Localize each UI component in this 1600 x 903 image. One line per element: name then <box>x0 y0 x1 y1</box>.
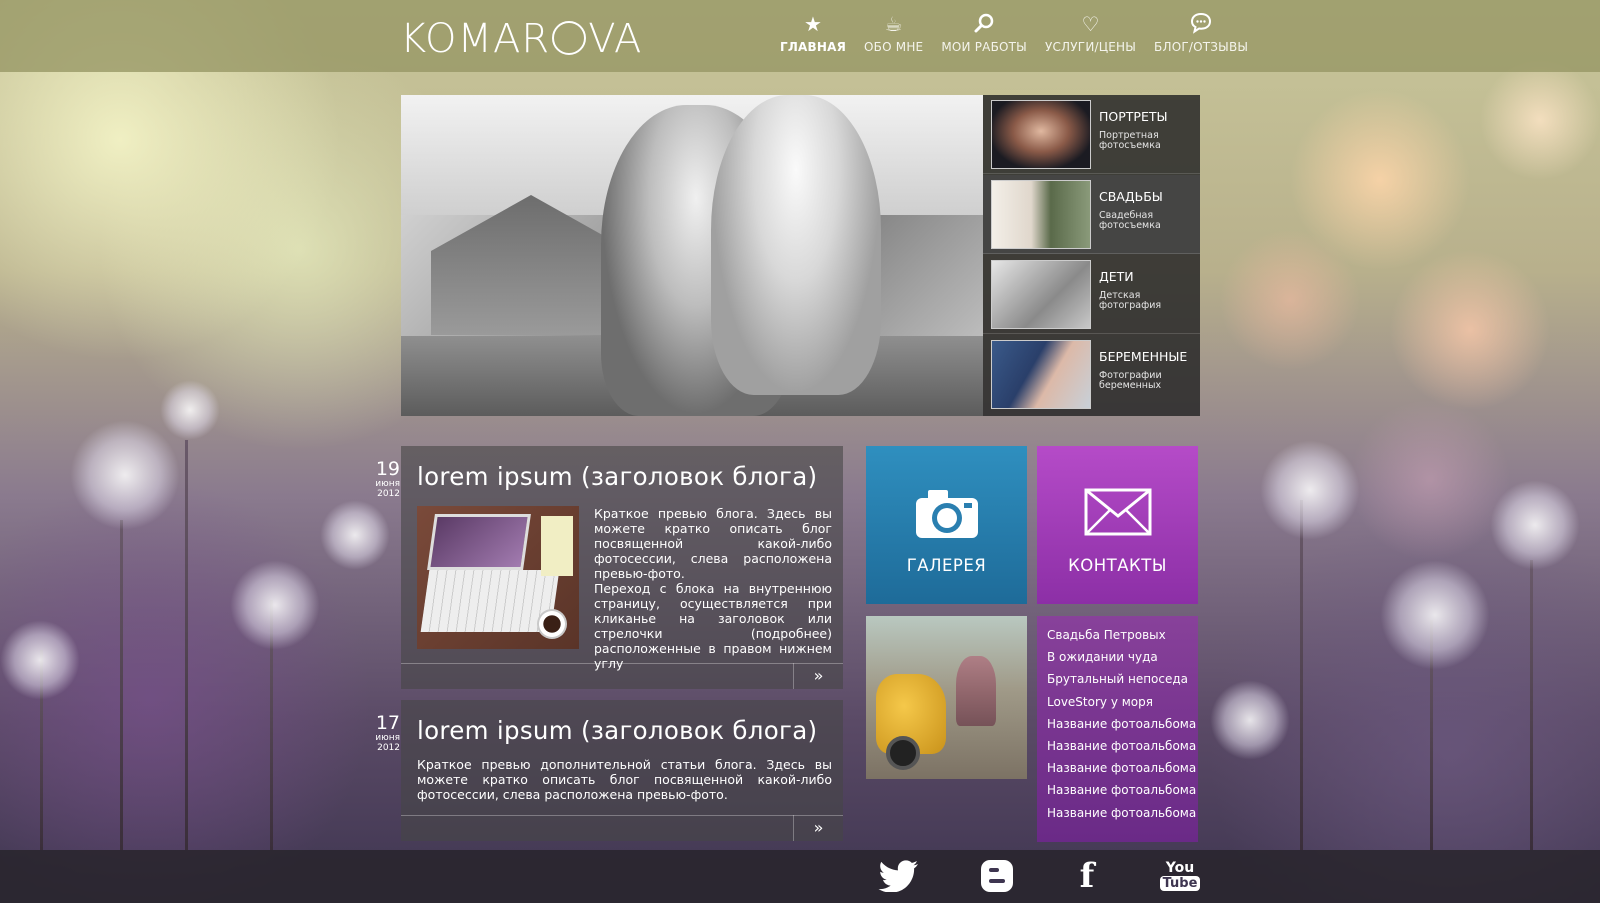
hero-slider-photo[interactable] <box>401 95 983 416</box>
post-date: 17 июня 2012 <box>368 713 400 753</box>
blog-post: lorem ipsum (заголовок блога) Краткое пр… <box>401 446 843 689</box>
album-link[interactable]: Название фотоальбома <box>1037 757 1198 779</box>
category-subtitle: Детская фотография <box>1099 290 1162 311</box>
envelope-icon <box>1037 488 1198 548</box>
post-thumbnail[interactable] <box>417 506 579 649</box>
category-subtitle: Фотографии беременных <box>1099 370 1162 391</box>
album-link[interactable]: Название фотоальбома <box>1037 779 1198 801</box>
heart-icon: ♡ <box>1081 12 1100 36</box>
nav-item-services[interactable]: ♡ УСЛУГИ/ЦЕНЫ <box>1045 12 1136 62</box>
post-footer-bar: » <box>401 663 843 689</box>
category-title: ДЕТИ <box>1099 269 1134 284</box>
twitter-icon[interactable] <box>876 858 920 894</box>
nav-label: ОБО МНЕ <box>864 40 924 54</box>
site-header: KOMAR VA ★ ГЛАВНАЯ ☕ ОБО МНЕ МОИ РАБОТЫ ♡… <box>0 0 1600 72</box>
scooter-photo[interactable] <box>866 616 1027 779</box>
star-icon: ★ <box>803 12 823 36</box>
laptop-screen <box>427 514 531 570</box>
category-item-weddings[interactable]: СВАДЬБЫ Свадебная фотосъемка <box>983 175 1200 254</box>
nav-item-about[interactable]: ☕ ОБО МНЕ <box>864 12 923 62</box>
post-date-year: 2012 <box>377 743 400 753</box>
category-list: ПОРТРЕТЫ Портретная фотосъемка СВАДЬБЫ С… <box>983 95 1200 416</box>
nav-label: МОИ РАБОТЫ <box>941 40 1027 54</box>
post-date-day: 19 <box>375 458 400 480</box>
post-excerpt: Краткое превью блога. Здесь вы можете кр… <box>594 506 832 581</box>
contacts-tile[interactable]: КОНТАКТЫ <box>1037 446 1198 604</box>
speech-bubble-icon <box>1154 12 1248 36</box>
album-link[interactable]: Название фотоальбома <box>1037 802 1198 824</box>
category-item-kids[interactable]: ДЕТИ Детская фотография <box>983 255 1200 334</box>
nav-label: УСЛУГИ/ЦЕНЫ <box>1044 40 1137 54</box>
nav-item-blog[interactable]: БЛОГ/ОТЗЫВЫ <box>1154 12 1248 62</box>
post-footer-bar: » <box>401 815 843 841</box>
post-date-year: 2012 <box>377 489 400 499</box>
category-thumb <box>991 340 1091 409</box>
coffee-cup-icon: ☕ <box>884 12 903 36</box>
camera-icon <box>866 488 1027 548</box>
post-date-day: 17 <box>375 712 400 734</box>
photo-baby <box>711 95 881 395</box>
post-excerpt: Краткое превью дополнительной статьи бло… <box>417 757 832 802</box>
post-excerpt-extra: Переход с блока на внутреннюю страницу, … <box>594 581 832 671</box>
youtube-icon[interactable]: You Tube <box>1159 858 1201 894</box>
album-link[interactable]: Свадьба Петровых <box>1037 624 1198 646</box>
album-list: Свадьба Петровых В ожидании чуда Бруталь… <box>1037 616 1198 842</box>
category-title: СВАДЬБЫ <box>1099 189 1163 204</box>
logo-dandelion-icon <box>552 21 587 55</box>
category-item-pregnant[interactable]: БЕРЕМЕННЫЕ Фотографии беременных <box>983 335 1200 414</box>
nav-item-home[interactable]: ★ ГЛАВНАЯ <box>780 12 846 62</box>
category-subtitle: Свадебная фотосъемка <box>1099 210 1161 231</box>
facebook-glyph: f <box>1079 856 1095 896</box>
post-date: 19 июня 2012 <box>368 459 400 499</box>
youtube-tube: Tube <box>1159 876 1201 891</box>
album-link[interactable]: Брутальный непоседа <box>1037 668 1198 690</box>
category-subtitle: Портретная фотосъемка <box>1099 130 1161 151</box>
youtube-you: You <box>1165 860 1195 876</box>
album-link[interactable]: В ожидании чуда <box>1037 646 1198 668</box>
post-date-month: июня <box>375 479 400 489</box>
notepad <box>541 516 573 576</box>
post-title[interactable]: lorem ipsum (заголовок блога) <box>417 716 817 745</box>
photo-scooter-wheel <box>886 736 920 770</box>
blogger-icon[interactable] <box>980 858 1014 894</box>
post-title[interactable]: lorem ipsum (заголовок блога) <box>417 462 817 491</box>
nav-item-works[interactable]: МОИ РАБОТЫ <box>941 12 1027 62</box>
logo-text-right: VA <box>588 16 643 62</box>
category-thumb <box>991 180 1091 249</box>
category-item-portraits[interactable]: ПОРТРЕТЫ Портретная фотосъемка <box>983 95 1200 174</box>
album-link[interactable]: LoveStory у моря <box>1037 691 1198 713</box>
gallery-tile[interactable]: ГАЛЕРЕЯ <box>866 446 1027 604</box>
category-title: БЕРЕМЕННЫЕ <box>1099 349 1188 364</box>
category-thumb <box>991 100 1091 169</box>
category-title: ПОРТРЕТЫ <box>1099 109 1168 124</box>
nav-label: ГЛАВНАЯ <box>780 40 847 54</box>
gallery-label: ГАЛЕРЕЯ <box>906 556 987 575</box>
facebook-icon[interactable]: f <box>1076 856 1098 896</box>
contacts-label: КОНТАКТЫ <box>1068 556 1167 575</box>
coffee-cup <box>537 609 567 639</box>
read-more-button[interactable]: » <box>793 663 843 689</box>
read-more-button[interactable]: » <box>793 815 843 841</box>
main-nav: ★ ГЛАВНАЯ ☕ ОБО МНЕ МОИ РАБОТЫ ♡ УСЛУГИ/… <box>780 12 1248 62</box>
category-thumb <box>991 260 1091 329</box>
blog-post: lorem ipsum (заголовок блога) Краткое пр… <box>401 700 843 841</box>
post-date-month: июня <box>375 733 400 743</box>
magnifier-icon <box>941 12 1027 36</box>
logo-text-left: KOMAR <box>400 16 551 62</box>
album-link[interactable]: Название фотоальбома <box>1037 713 1198 735</box>
photo-people <box>956 656 996 726</box>
site-footer: f You Tube <box>0 850 1600 903</box>
site-logo[interactable]: KOMAR VA <box>400 14 642 64</box>
nav-label: БЛОГ/ОТЗЫВЫ <box>1154 40 1249 54</box>
album-link[interactable]: Название фотоальбома <box>1037 735 1198 757</box>
